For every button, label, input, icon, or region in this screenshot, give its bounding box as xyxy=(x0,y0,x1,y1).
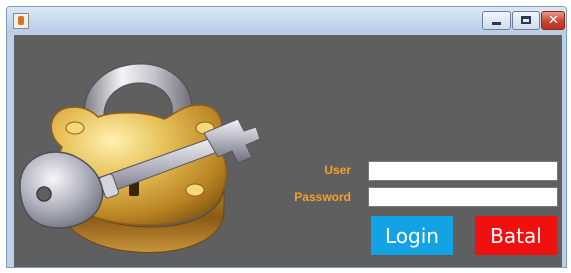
maximize-button[interactable] xyxy=(512,11,540,30)
minimize-icon xyxy=(492,22,501,25)
batal-button[interactable]: Batal xyxy=(475,216,557,255)
close-icon: ✕ xyxy=(548,13,559,28)
maximize-icon xyxy=(521,16,531,24)
login-button[interactable]: Login xyxy=(371,216,453,255)
java-app-icon xyxy=(13,13,29,29)
minimize-button[interactable] xyxy=(482,11,511,30)
login-panel: User Password Login Batal xyxy=(14,35,562,267)
close-button[interactable]: ✕ xyxy=(541,11,565,30)
login-window: ✕ User Password Login Batal xyxy=(6,6,567,268)
password-label: Password xyxy=(294,190,351,204)
user-input[interactable] xyxy=(368,161,558,181)
user-label: User xyxy=(324,163,351,177)
title-bar[interactable]: ✕ xyxy=(7,7,566,34)
password-input[interactable] xyxy=(368,187,558,207)
padlock-with-key-icon xyxy=(19,63,261,253)
